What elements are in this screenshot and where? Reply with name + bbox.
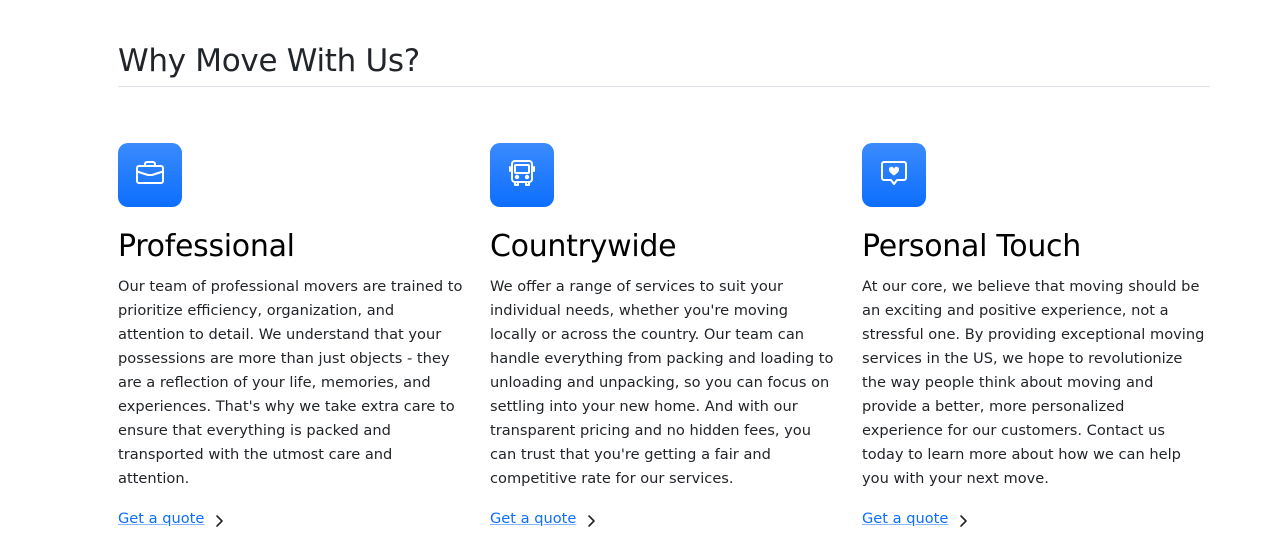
feature-professional: Professional Our team of professional mo… — [118, 143, 462, 531]
feature-description: Our team of professional movers are trai… — [118, 278, 463, 487]
chevron-right-icon — [958, 512, 968, 527]
feature-description: At our core, we believe that moving shou… — [862, 278, 1205, 487]
get-a-quote-label: Get a quote — [490, 510, 577, 527]
page-title: Why Move With Us? — [118, 43, 420, 79]
feature-title: Countrywide — [490, 229, 677, 264]
feature-title: Personal Touch — [862, 229, 1081, 264]
get-a-quote-link[interactable]: Get a quote — [118, 507, 224, 531]
feature-title: Professional — [118, 229, 295, 264]
get-a-quote-label: Get a quote — [862, 510, 949, 527]
bus-icon — [506, 157, 538, 194]
chevron-right-icon — [214, 512, 224, 527]
feature-description: We offer a range of services to suit you… — [490, 278, 834, 487]
feature-personal-touch: Personal Touch At our core, we believe t… — [862, 143, 1206, 531]
feature-icon-tile — [490, 143, 554, 207]
chat-heart-icon — [878, 157, 910, 194]
title-divider — [118, 86, 1210, 87]
get-a-quote-label: Get a quote — [118, 510, 205, 527]
chevron-right-icon — [586, 512, 596, 527]
briefcase-icon — [134, 157, 166, 194]
get-a-quote-link[interactable]: Get a quote — [862, 507, 968, 531]
feature-countrywide: Countrywide We offer a range of services… — [490, 143, 834, 531]
get-a-quote-link[interactable]: Get a quote — [490, 507, 596, 531]
feature-icon-tile — [862, 143, 926, 207]
feature-icon-tile — [118, 143, 182, 207]
